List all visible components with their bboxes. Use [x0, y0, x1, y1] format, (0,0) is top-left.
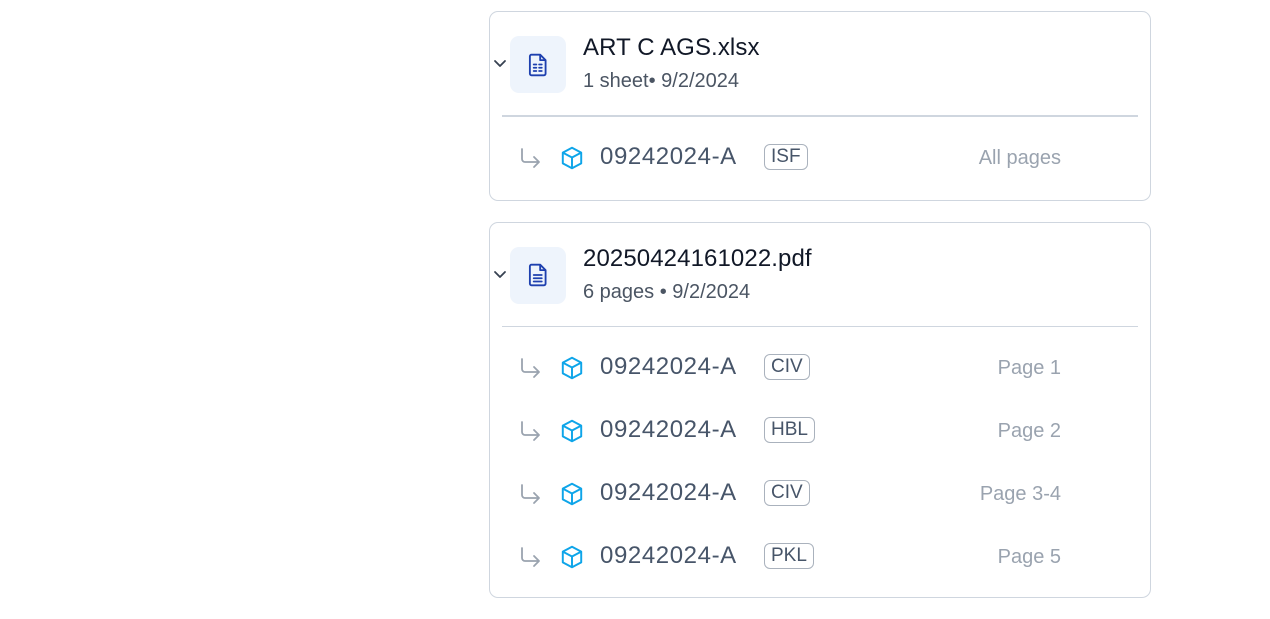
document-reference: 09242024-A	[600, 479, 737, 506]
file-card: 20250424161022.pdf 6 pages • 9/2/2024 09…	[489, 221, 1151, 598]
document-reference: 09242024-A	[600, 416, 737, 443]
document-list: 09242024-A ISF All pages	[490, 117, 1150, 200]
document-row[interactable]: 09242024-A PKL Page 5	[490, 525, 1150, 588]
document-type-badge: PKL	[764, 543, 814, 569]
page-range: Page 2	[997, 420, 1061, 442]
package-icon	[561, 146, 583, 169]
document-row[interactable]: 09242024-A ISF All pages	[490, 126, 1150, 189]
document-row[interactable]: 09242024-A HBL Page 2	[490, 399, 1150, 462]
page-range: Page 1	[997, 357, 1061, 379]
page-range: Page 3-4	[979, 483, 1061, 505]
document-type-badge: CIV	[764, 480, 810, 506]
file-name: ART C AGS.xlsx	[583, 34, 760, 61]
corner-down-right-icon	[521, 484, 540, 504]
file-header[interactable]: ART C AGS.xlsx 1 sheet• 9/2/2024	[490, 12, 1150, 115]
document-type-badge: HBL	[764, 417, 815, 443]
corner-down-right-icon	[521, 147, 540, 168]
document-type-badge: ISF	[764, 143, 808, 170]
corner-down-right-icon	[521, 421, 540, 441]
file-card: ART C AGS.xlsx 1 sheet• 9/2/2024 0924202…	[489, 11, 1151, 201]
document-row[interactable]: 09242024-A CIV Page 1	[490, 336, 1150, 399]
chevron-down-icon[interactable]	[492, 266, 508, 282]
page-range: Page 5	[997, 546, 1061, 568]
package-icon	[561, 482, 583, 506]
file-meta: 6 pages • 9/2/2024	[583, 280, 751, 303]
document-type-badge: CIV	[764, 354, 810, 380]
corner-down-right-icon	[521, 358, 540, 378]
package-icon	[561, 356, 583, 380]
document-reference: 09242024-A	[600, 353, 737, 380]
chevron-down-icon[interactable]	[492, 55, 508, 71]
document-reference: 09242024-A	[600, 542, 737, 569]
package-icon	[561, 545, 583, 569]
file-list: ART C AGS.xlsx 1 sheet• 9/2/2024 0924202…	[489, 11, 1151, 619]
file-header[interactable]: 20250424161022.pdf 6 pages • 9/2/2024	[490, 223, 1150, 326]
page-range: All pages	[978, 146, 1061, 169]
corner-down-right-icon	[521, 547, 540, 567]
file-name: 20250424161022.pdf	[583, 244, 812, 272]
document-file-icon	[510, 246, 566, 304]
spreadsheet-file-icon	[510, 36, 566, 93]
document-list: 09242024-A CIV Page 1 09242024-A HBL Pag…	[490, 327, 1150, 597]
document-row[interactable]: 09242024-A CIV Page 3-4	[490, 462, 1150, 525]
document-reference: 09242024-A	[600, 142, 737, 170]
package-icon	[561, 419, 583, 443]
file-meta: 1 sheet• 9/2/2024	[583, 70, 740, 92]
